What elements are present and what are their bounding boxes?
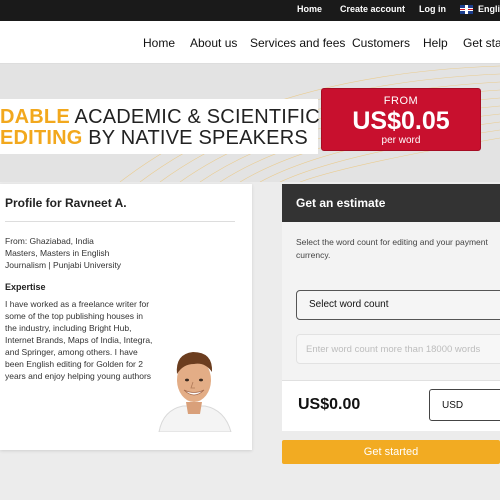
top-utility-bar: Home Create account Log in English <box>0 0 500 21</box>
estimate-header: Get an estimate <box>282 184 500 222</box>
expertise-heading: Expertise <box>5 282 46 292</box>
hero-headline-line1: DABLE ACADEMIC & SCIENTIFIC <box>0 106 320 129</box>
estimate-description: Select the word count for editing and yo… <box>296 237 488 260</box>
hero-headline-text: BY NATIVE SPEAKERS <box>82 127 308 149</box>
nav-customers[interactable]: Customers <box>352 36 410 50</box>
nav-help[interactable]: Help <box>423 36 448 50</box>
nav-services-and-fees[interactable]: Services and fees <box>250 36 345 50</box>
profile-university: Journalism | Punjabi University <box>5 260 122 270</box>
estimate-total-row: US$0.00 USD <box>282 380 500 431</box>
profile-info: From: Ghaziabad, India Masters, Masters … <box>5 235 121 271</box>
editor-photo-image <box>153 340 235 432</box>
profile-card: Profile for Ravneet A. From: Ghaziabad, … <box>0 184 252 450</box>
hero-headline-text: ACADEMIC & SCIENTIFIC <box>69 106 320 128</box>
word-count-select-label: Select word count <box>309 299 389 310</box>
divider <box>5 221 235 222</box>
nav-get-started[interactable]: Get started <box>463 36 500 50</box>
top-link-create-account[interactable]: Create account <box>340 4 405 14</box>
estimate-title: Get an estimate <box>296 196 386 210</box>
uk-flag-icon[interactable] <box>460 5 473 14</box>
price-badge: FROM US$0.05 per word <box>321 88 481 151</box>
top-link-login[interactable]: Log in <box>419 4 446 14</box>
hero-headline-highlight: EDITING <box>0 127 83 149</box>
currency-select-label: USD <box>442 400 464 411</box>
price-amount: US$0.05 <box>352 107 450 135</box>
profile-location: From: Ghaziabad, India <box>5 236 94 246</box>
estimate-total: US$0.00 <box>298 396 361 413</box>
top-link-home[interactable]: Home <box>297 4 322 14</box>
currency-select[interactable]: USD <box>429 389 500 421</box>
hero-headline-line2: EDITING BY NATIVE SPEAKERS <box>0 127 308 150</box>
language-selector[interactable]: English <box>478 4 500 14</box>
word-count-select[interactable]: Select word count <box>296 290 500 320</box>
nav-home[interactable]: Home <box>143 36 175 50</box>
main-navigation: Home About us Services and fees Customer… <box>0 21 500 64</box>
price-from-label: FROM <box>383 95 419 107</box>
hero-headline-highlight: DABLE <box>0 106 70 128</box>
word-count-input[interactable] <box>296 334 500 364</box>
expertise-text: I have worked as a freelance writer for … <box>5 299 153 381</box>
get-started-button-label: Get started <box>363 446 419 458</box>
editor-photo <box>153 340 235 432</box>
nav-about-us[interactable]: About us <box>190 36 237 50</box>
price-unit: per word <box>381 135 421 146</box>
profile-title: Profile for Ravneet A. <box>5 196 127 210</box>
get-started-button[interactable]: Get started <box>282 440 500 464</box>
estimate-body: Select the word count for editing and yo… <box>282 222 500 380</box>
hero-banner: DABLE ACADEMIC & SCIENTIFIC EDITING BY N… <box>0 99 320 154</box>
profile-degrees: Masters, Masters in English <box>5 248 110 258</box>
